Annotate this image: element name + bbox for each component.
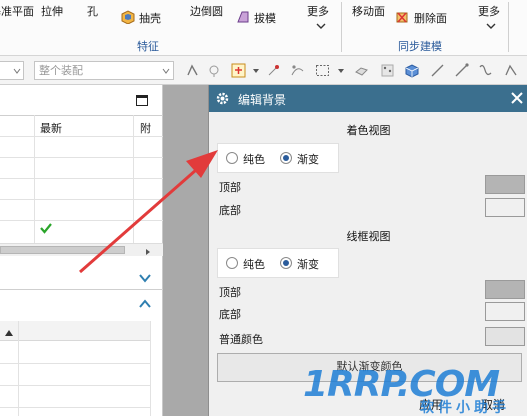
watermark-subtitle: 软件小助手 (420, 400, 510, 416)
annotation-arrow (79, 150, 218, 274)
